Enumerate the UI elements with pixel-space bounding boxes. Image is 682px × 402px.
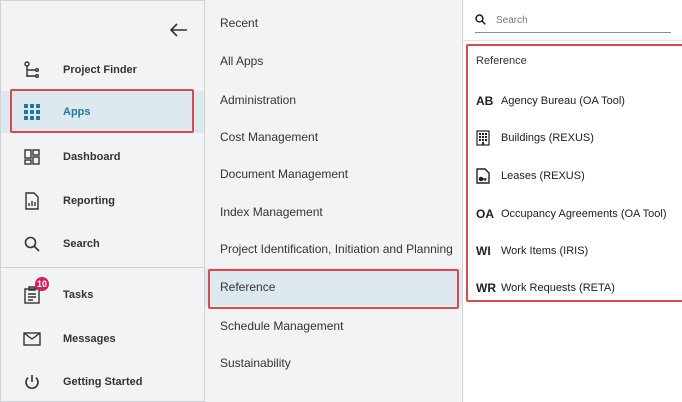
nav-item-search[interactable]: Search	[1, 223, 204, 265]
nav-item-label: Messages	[63, 333, 116, 345]
app-abbr: OA	[476, 207, 494, 221]
app-item-work-requests[interactable]: WR Work Requests (RETA)	[476, 278, 682, 298]
app-name: Work Requests (RETA)	[501, 282, 615, 294]
search-icon	[475, 12, 486, 30]
search-divider	[463, 40, 682, 41]
nav-item-label: Search	[63, 238, 100, 250]
nav-item-label: Apps	[63, 106, 91, 118]
app-abbr: WR	[476, 281, 496, 295]
nav-item-label: Reporting	[63, 195, 115, 207]
category-item[interactable]: Administration	[205, 81, 462, 119]
nav-item-label: Tasks	[63, 289, 94, 301]
category-item[interactable]: All Apps	[205, 42, 462, 80]
main-nav: Project Finder Apps Dashboard Reporting …	[0, 0, 205, 402]
app-name: Buildings (REXUS)	[501, 132, 594, 144]
nav-item-label: Getting Started	[63, 376, 143, 388]
app-item-buildings[interactable]: Buildings (REXUS)	[476, 128, 682, 148]
category-item[interactable]: Project Identification, Initiation and P…	[205, 230, 462, 268]
lease-document-icon	[476, 168, 501, 184]
app-name: Occupancy Agreements (OA Tool)	[501, 208, 667, 220]
nav-item-reporting[interactable]: Reporting	[1, 180, 204, 222]
app-abbr: WI	[476, 244, 491, 258]
nav-item-label: Dashboard	[63, 151, 121, 163]
category-item[interactable]: Index Management	[205, 193, 462, 231]
apps-pane: Reference AB Agency Bureau (OA Tool) Bui…	[463, 0, 682, 402]
building-icon	[476, 130, 501, 146]
nav-item-label: Project Finder	[63, 64, 137, 76]
category-item[interactable]: Sustainability	[205, 344, 462, 382]
section-title: Reference	[476, 55, 527, 67]
power-icon	[21, 371, 43, 393]
tasks-icon: 10	[21, 277, 49, 306]
app-item-leases[interactable]: Leases (REXUS)	[476, 166, 682, 186]
nav-item-project-finder[interactable]: Project Finder	[1, 49, 204, 91]
category-list: Recent All Apps Administration Cost Mana…	[205, 0, 463, 402]
nav-item-tasks[interactable]: 10 Tasks	[1, 274, 204, 316]
nav-divider	[1, 267, 204, 268]
nav-item-getting-started[interactable]: Getting Started	[1, 361, 204, 402]
search-bar	[475, 9, 671, 33]
app-name: Leases (REXUS)	[501, 170, 585, 182]
apps-grid-icon	[21, 101, 43, 123]
project-finder-icon	[21, 59, 43, 81]
tasks-badge: 10	[34, 277, 49, 291]
app-name: Work Items (IRIS)	[501, 245, 589, 257]
nav-item-messages[interactable]: Messages	[1, 318, 204, 360]
category-item[interactable]: Document Management	[205, 155, 462, 193]
category-item-selected[interactable]: Reference	[205, 268, 462, 306]
category-item[interactable]: Recent	[205, 4, 462, 42]
category-item[interactable]: Schedule Management	[205, 307, 462, 345]
search-input[interactable]	[496, 15, 666, 26]
category-item[interactable]: Cost Management	[205, 118, 462, 156]
app-name: Agency Bureau (OA Tool)	[501, 95, 625, 107]
app-item-work-items[interactable]: WI Work Items (IRIS)	[476, 241, 682, 261]
nav-item-apps[interactable]: Apps	[1, 91, 204, 133]
app-item-occupancy-agreements[interactable]: OA Occupancy Agreements (OA Tool)	[476, 204, 682, 224]
mail-icon	[21, 328, 43, 350]
app-item-agency-bureau[interactable]: AB Agency Bureau (OA Tool)	[476, 91, 682, 111]
reporting-icon	[21, 190, 43, 212]
app-abbr: AB	[476, 94, 494, 108]
arrow-left-icon[interactable]	[168, 19, 190, 41]
nav-item-dashboard[interactable]: Dashboard	[1, 136, 204, 178]
search-icon	[21, 233, 43, 255]
dashboard-icon	[21, 146, 43, 168]
